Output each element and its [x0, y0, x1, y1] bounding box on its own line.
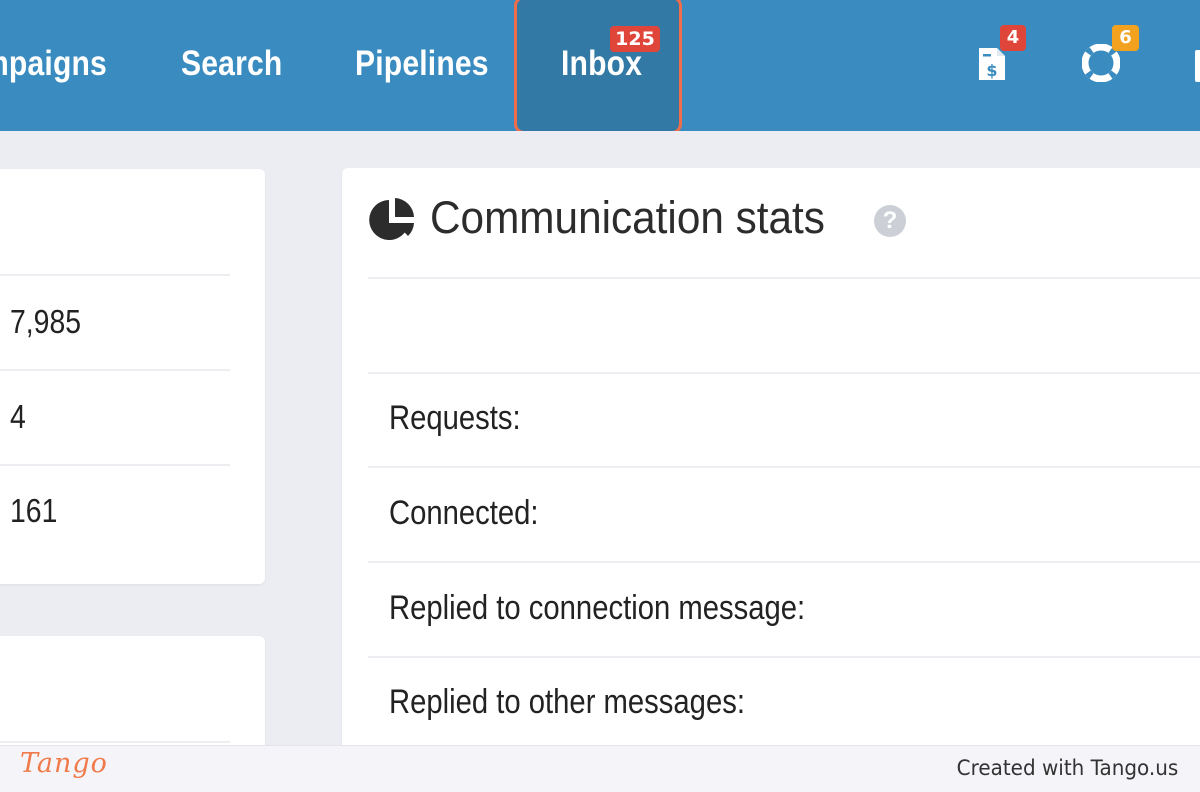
footer-bar: Tango Created with Tango.us: [0, 745, 1200, 792]
pie-chart-icon: [369, 198, 414, 240]
summary-value-2: 4: [10, 398, 26, 435]
nav-inbox-label[interactable]: Inbox: [561, 0, 642, 131]
divider: [368, 656, 1200, 658]
nav-pipelines[interactable]: Pipelines: [355, 0, 489, 131]
divider: [368, 561, 1200, 563]
communication-stats-card: Communication stats ? Requests: Connecte…: [342, 168, 1200, 788]
summary-value-3: 161: [10, 492, 58, 529]
divider: [0, 464, 230, 466]
summary-card: 7,985 4 161: [0, 169, 265, 584]
svg-text:$: $: [986, 61, 997, 80]
help-tooltip-icon[interactable]: ?: [874, 205, 906, 237]
divider: [368, 466, 1200, 468]
summary-value-1: 7,985: [10, 303, 82, 340]
nav-campaigns[interactable]: mpaigns: [0, 0, 107, 131]
help-count-badge: 6: [1112, 25, 1139, 51]
card-title: Communication stats: [430, 192, 825, 243]
divider: [368, 372, 1200, 374]
stat-row-label: Replied to other messages:: [389, 683, 745, 721]
nav-search[interactable]: Search: [181, 0, 282, 131]
inbox-count-badge: 125: [610, 26, 660, 52]
stat-row-label: Replied to connection message:: [389, 589, 806, 627]
top-nav-bar: mpaigns Search Pipelines Inbox 125 $ 4 6: [0, 0, 1200, 131]
stat-row-label: Requests:: [389, 399, 521, 437]
footer-credit: Created with Tango.us: [956, 756, 1178, 780]
divider: [0, 369, 230, 371]
divider: [0, 274, 230, 276]
divider: [368, 277, 1200, 279]
tango-logo: Tango: [20, 748, 108, 779]
more-icon[interactable]: [1193, 50, 1200, 82]
invoice-count-badge: 4: [1000, 25, 1026, 51]
divider: [0, 741, 230, 743]
stat-row-label: Connected:: [389, 494, 539, 532]
